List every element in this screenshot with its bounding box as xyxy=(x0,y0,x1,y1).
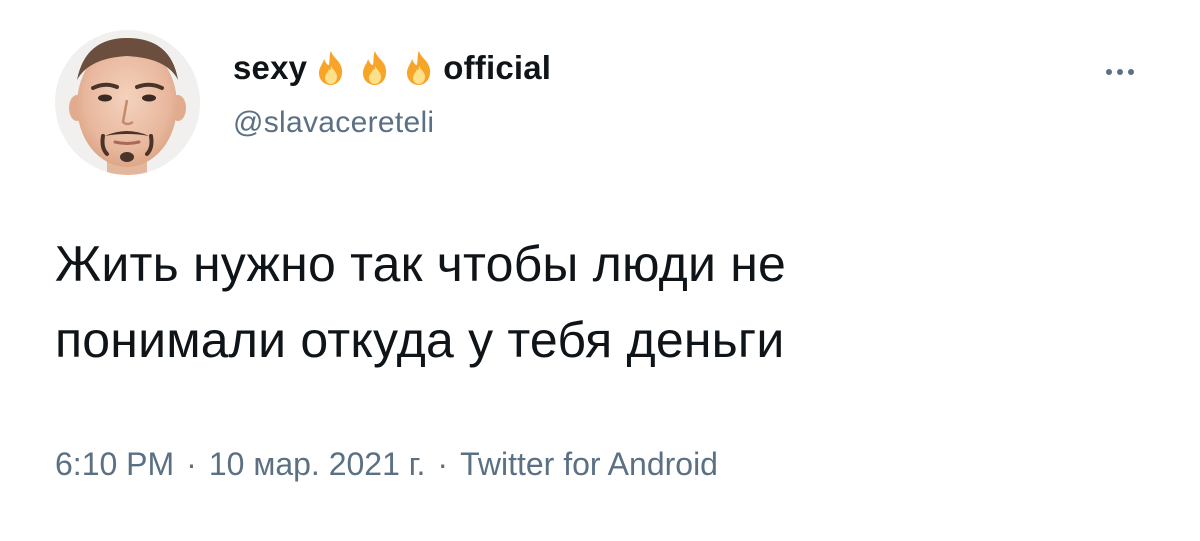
more-dot xyxy=(1106,69,1112,75)
more-dot xyxy=(1128,69,1134,75)
author-info: sexy official @slavacereteli xyxy=(233,44,551,140)
tweet-text: Жить нужно так чтобы люди не понимали от… xyxy=(55,226,1155,378)
avatar[interactable] xyxy=(55,30,200,175)
avatar-image xyxy=(55,30,200,175)
tweet-meta: 6:10 PM · 10 мар. 2021 г. · Twitter for … xyxy=(55,446,718,483)
user-handle[interactable]: @slavacereteli xyxy=(233,106,551,140)
fire-icon xyxy=(407,51,431,85)
display-name[interactable]: sexy official xyxy=(233,44,551,92)
more-dot xyxy=(1117,69,1123,75)
meta-separator: · xyxy=(186,446,197,482)
fire-icon xyxy=(319,51,343,85)
display-name-prefix: sexy xyxy=(233,49,308,86)
tweet-date[interactable]: 10 мар. 2021 г. xyxy=(209,446,426,483)
more-horizontal-icon[interactable] xyxy=(1098,62,1142,82)
display-name-suffix: official xyxy=(443,49,552,86)
tweet-text-line: Жить нужно так чтобы люди не xyxy=(55,236,787,292)
tweet-card: sexy official @slavacereteli Жить нужно … xyxy=(0,0,1200,541)
meta-separator: · xyxy=(437,446,449,482)
tweet-text-line: понимали откуда у тебя деньги xyxy=(55,312,785,368)
fire-icon xyxy=(363,51,387,85)
tweet-source[interactable]: Twitter for Android xyxy=(460,446,718,483)
tweet-time[interactable]: 6:10 PM xyxy=(55,446,174,483)
